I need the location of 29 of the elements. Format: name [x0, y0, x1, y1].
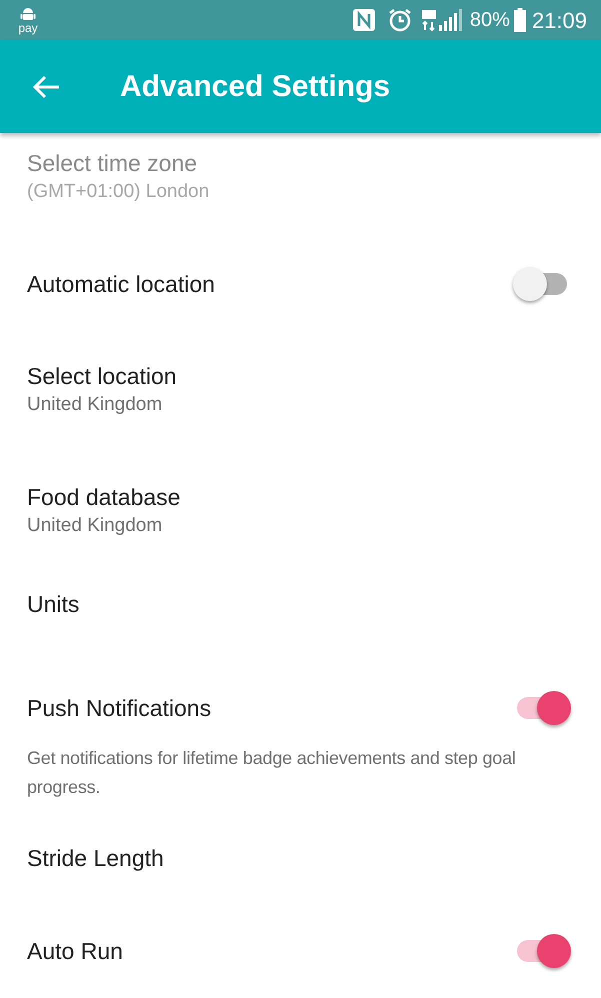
- setting-value: (GMT+01:00) London: [27, 180, 210, 204]
- pay-label: pay: [18, 22, 38, 34]
- setting-value: United Kingdom: [27, 514, 164, 538]
- setting-title: Auto Run: [27, 937, 123, 966]
- setting-title: Automatic location: [27, 270, 215, 299]
- settings-row[interactable]: Stride Length: [0, 828, 601, 921]
- setting-title: Push Notifications: [27, 694, 212, 723]
- setting-title: Units: [27, 590, 80, 619]
- signal-icon: [422, 8, 464, 32]
- setting-title: Stride Length: [27, 844, 164, 873]
- settings-row[interactable]: Auto Run: [0, 921, 601, 998]
- back-arrow-icon: [32, 74, 60, 98]
- alarm-clock-icon: [388, 8, 412, 32]
- setting-value: United Kingdom: [27, 393, 164, 417]
- screen-title: Advanced Settings: [120, 69, 390, 105]
- android-icon: [20, 6, 36, 22]
- settings-row[interactable]: Select location United Kingdom: [0, 346, 601, 467]
- settings-row[interactable]: Push Notifications Get notifications for lifetime badge achievements and step goal progress.: [0, 678, 601, 828]
- battery-icon: [514, 8, 526, 32]
- setting-title: Select location: [27, 362, 177, 391]
- battery-percent: 80%: [470, 8, 510, 33]
- clock: 21:09: [532, 6, 587, 34]
- nfc-icon: [352, 8, 376, 32]
- setting-title: Select time zone: [27, 149, 198, 178]
- settings-row[interactable]: Units: [0, 574, 601, 678]
- settings-row[interactable]: Food database United Kingdom: [0, 467, 601, 574]
- setting-description: Get notifications for lifetime badge achievements and step goal progress.: [27, 747, 517, 799]
- setting-title: Food database: [27, 483, 180, 512]
- settings-row[interactable]: Automatic location: [0, 254, 601, 346]
